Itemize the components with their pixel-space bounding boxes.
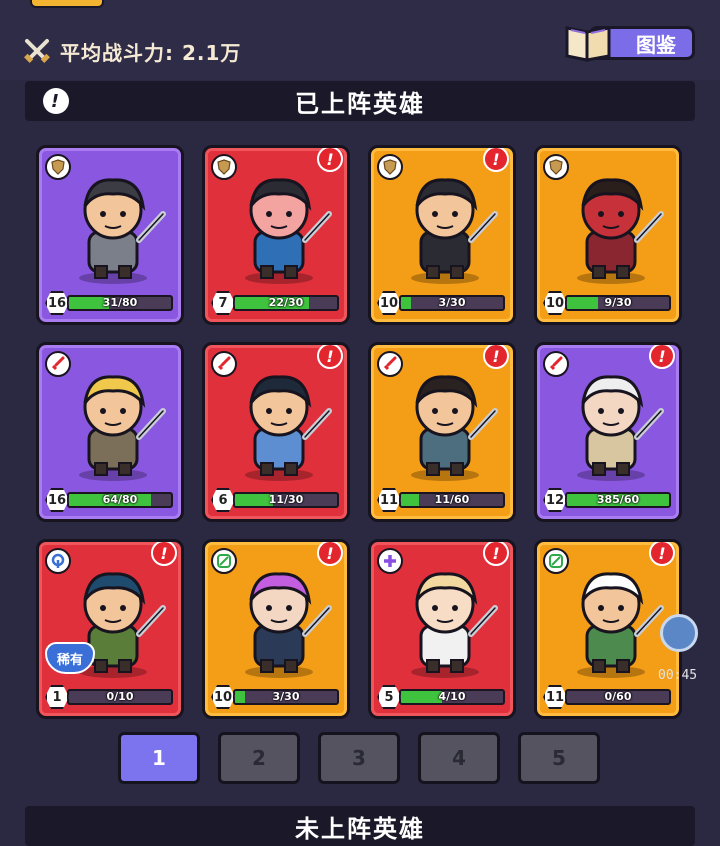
page-button-4[interactable]: 4 <box>418 732 500 784</box>
shard-progress-text: 385/60 <box>596 493 640 506</box>
average-power: 平均战斗力: 2.1万 <box>22 36 241 66</box>
hero-card[interactable]: ! 3/30 10 <box>202 539 350 719</box>
shard-progress-bar: 3/30 <box>233 689 339 705</box>
hero-level: 1 <box>45 685 69 709</box>
shard-progress-bar: 385/60 <box>565 492 671 508</box>
hero-level: 6 <box>211 488 235 512</box>
page-button-1[interactable]: 1 <box>118 732 200 784</box>
deployed-heroes-header: ! 已上阵英雄 <box>25 81 695 121</box>
book-icon <box>565 26 611 62</box>
hero-card[interactable]: 31/80 16 <box>36 145 184 325</box>
alert-icon: ! <box>317 542 343 566</box>
shard-progress-bar: 4/10 <box>399 689 505 705</box>
alert-icon: ! <box>317 345 343 369</box>
shard-progress-bar: 11/60 <box>399 492 505 508</box>
rarity-badge: 稀有 <box>45 642 95 674</box>
hero-card[interactable]: ! 4/10 5 <box>368 539 516 719</box>
crossed-swords-icon <box>24 39 50 63</box>
hero-level: 10 <box>211 685 235 709</box>
shard-progress-text: 22/30 <box>268 296 304 309</box>
alert-icon: ! <box>483 345 509 369</box>
shard-progress-text: 0/60 <box>604 690 632 703</box>
shard-progress-text: 3/30 <box>272 690 300 703</box>
undeployed-heroes-title: 未上阵英雄 <box>295 814 425 843</box>
shard-progress-text: 4/10 <box>438 690 466 703</box>
shard-progress-bar: 31/80 <box>67 295 173 311</box>
hero-stats: 9/30 10 <box>543 291 675 315</box>
hero-level: 5 <box>377 685 401 709</box>
hero-level: 10 <box>377 291 401 315</box>
shard-progress-bar: 64/80 <box>67 492 173 508</box>
hero-level: 11 <box>377 488 401 512</box>
page-button-5[interactable]: 5 <box>518 732 600 784</box>
record-icon[interactable] <box>660 614 698 652</box>
shard-progress-text: 31/80 <box>102 296 138 309</box>
shard-progress-text: 3/30 <box>438 296 466 309</box>
hero-card[interactable]: ! 11/30 6 <box>202 342 350 522</box>
hero-stats: 22/30 7 <box>211 291 343 315</box>
alert-icon: ! <box>317 148 343 172</box>
hero-stats: 0/10 1 <box>45 685 177 709</box>
hero-level: 12 <box>543 488 567 512</box>
hero-level: 16 <box>45 488 69 512</box>
alert-icon: ! <box>649 345 675 369</box>
alert-icon: ! <box>151 542 177 566</box>
alert-icon: ! <box>483 148 509 172</box>
deployed-heroes-title: 已上阵英雄 <box>295 89 425 118</box>
undeployed-heroes-header: 未上阵英雄 <box>25 806 695 846</box>
hero-card[interactable]: 9/30 10 <box>534 145 682 325</box>
shard-progress-bar: 9/30 <box>565 295 671 311</box>
hero-level: 10 <box>543 291 567 315</box>
info-icon[interactable]: ! <box>43 88 69 114</box>
shard-progress-text: 11/60 <box>434 493 470 506</box>
hero-level: 16 <box>45 291 69 315</box>
hero-stats: 4/10 5 <box>377 685 509 709</box>
hero-card[interactable]: ! 3/30 10 <box>368 145 516 325</box>
shard-progress-text: 11/30 <box>268 493 304 506</box>
hero-stats: 3/30 10 <box>211 685 343 709</box>
top-tab-stub[interactable] <box>30 0 104 8</box>
shard-progress-bar: 22/30 <box>233 295 339 311</box>
hero-stats: 3/30 10 <box>377 291 509 315</box>
hero-stats: 31/80 16 <box>45 291 177 315</box>
hero-card[interactable]: ! 11/60 11 <box>368 342 516 522</box>
alert-icon: ! <box>649 542 675 566</box>
hero-stats: 385/60 12 <box>543 488 675 512</box>
shard-progress-bar: 11/30 <box>233 492 339 508</box>
hero-level: 7 <box>211 291 235 315</box>
hero-stats: 11/60 11 <box>377 488 509 512</box>
hero-stats: 11/30 6 <box>211 488 343 512</box>
shard-progress-text: 0/10 <box>106 690 134 703</box>
shard-progress-text: 64/80 <box>102 493 138 506</box>
timer-text: 00:45 <box>658 668 698 683</box>
hero-card[interactable]: 64/80 16 <box>36 342 184 522</box>
hero-stats: 0/60 11 <box>543 685 675 709</box>
hero-stats: 64/80 16 <box>45 488 177 512</box>
page-button-3[interactable]: 3 <box>318 732 400 784</box>
shard-progress-bar: 0/60 <box>565 689 671 705</box>
page-button-2[interactable]: 2 <box>218 732 300 784</box>
hero-card[interactable]: ! 22/30 7 <box>202 145 350 325</box>
alert-icon: ! <box>483 542 509 566</box>
hero-level: 11 <box>543 685 567 709</box>
average-power-label: 平均战斗力: 2.1万 <box>60 40 242 65</box>
hero-card[interactable]: ! 稀有 0/10 1 <box>36 539 184 719</box>
hero-card[interactable]: ! 385/60 12 <box>534 342 682 522</box>
shard-progress-text: 9/30 <box>604 296 632 309</box>
shard-progress-bar: 0/10 <box>67 689 173 705</box>
codex-button[interactable]: 图鉴 <box>563 20 697 64</box>
shard-progress-bar: 3/30 <box>399 295 505 311</box>
